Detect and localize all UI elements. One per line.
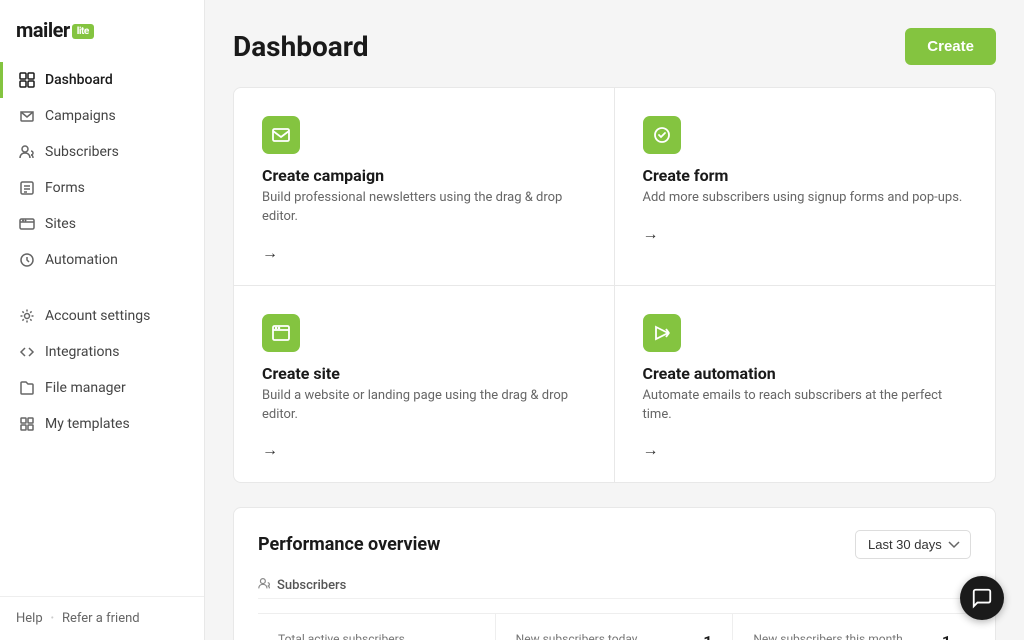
perf-header: Performance overview Last 30 days Last 7… (258, 530, 971, 559)
sidebar-item-forms[interactable]: Forms (0, 170, 204, 206)
sidebar-item-automation[interactable]: Automation (0, 242, 204, 278)
card-title: Create campaign (262, 166, 586, 185)
sidebar-item-integrations[interactable]: Integrations (0, 334, 204, 370)
sidebar-item-label: Subscribers (45, 144, 119, 160)
chat-button[interactable] (960, 576, 1004, 620)
card-desc: Build a website or landing page using th… (262, 387, 586, 425)
sidebar-item-label: Automation (45, 252, 118, 268)
create-button[interactable]: Create (905, 28, 996, 65)
card-desc: Add more subscribers using signup forms … (643, 189, 968, 208)
sidebar-item-label: Sites (45, 216, 76, 232)
card-create-automation[interactable]: Create automation Automate emails to rea… (615, 286, 996, 483)
sidebar-item-subscribers[interactable]: Subscribers (0, 134, 204, 170)
stat-new-month: New subscribers this month 1 New Last 30… (733, 614, 971, 640)
form-icon (643, 116, 681, 154)
card-title: Create site (262, 364, 586, 383)
sidebar-nav: Dashboard Campaigns Subscribers (0, 62, 204, 596)
sidebar-item-label: Integrations (45, 344, 119, 360)
stat-total-active: Total active subscribers 1 Want more sub… (258, 614, 496, 640)
file-manager-icon (19, 380, 35, 396)
card-title: Create form (643, 166, 968, 185)
sidebar-footer: Help • Refer a friend (0, 596, 204, 640)
automation-card-icon (643, 314, 681, 352)
sidebar-item-label: Campaigns (45, 108, 116, 124)
sidebar-item-my-templates[interactable]: My templates (0, 406, 204, 442)
stats-row: Total active subscribers 1 Want more sub… (258, 613, 971, 640)
sidebar-item-label: File manager (45, 380, 126, 396)
main-header: Dashboard Create (233, 28, 996, 65)
sidebar-item-dashboard[interactable]: Dashboard (0, 62, 204, 98)
settings-icon (19, 308, 35, 324)
sidebar-item-label: Dashboard (45, 72, 113, 88)
stat-inline-value: 1 (703, 632, 712, 640)
subscribers-section-icon (258, 577, 271, 594)
card-create-form[interactable]: Create form Add more subscribers using s… (615, 88, 996, 286)
site-icon (262, 314, 300, 352)
email-icon (262, 116, 300, 154)
logo: mailerlite (0, 0, 204, 62)
perf-title: Performance overview (258, 534, 440, 555)
main-content: Dashboard Create Create campaign Build p… (205, 0, 1024, 640)
sidebar-item-label: Account settings (45, 308, 150, 324)
card-desc: Build professional newsletters using the… (262, 189, 586, 227)
sidebar-item-file-manager[interactable]: File manager (0, 370, 204, 406)
dashboard-icon (19, 72, 35, 88)
arrow-icon: → (262, 440, 586, 460)
subscribers-icon (19, 144, 35, 160)
refer-link[interactable]: Refer a friend (62, 611, 140, 626)
logo-badge: lite (72, 24, 94, 39)
stat-label: New subscribers this month (753, 632, 902, 640)
sidebar: mailerlite Dashboard Campaigns (0, 0, 205, 640)
sidebar-item-label: My templates (45, 416, 130, 432)
arrow-icon: → (643, 440, 968, 460)
arrow-icon: → (262, 243, 586, 263)
sidebar-item-account-settings[interactable]: Account settings (0, 298, 204, 334)
card-desc: Automate emails to reach subscribers at … (643, 387, 968, 425)
logo-text: mailerlite (16, 18, 94, 42)
stat-label: New subscribers today (516, 632, 638, 640)
sites-icon (19, 216, 35, 232)
quick-actions-grid: Create campaign Build professional newsl… (233, 87, 996, 483)
stat-label: Total active subscribers (278, 632, 475, 640)
page-title: Dashboard (233, 30, 369, 63)
subscribers-section-label-row: Subscribers (258, 577, 971, 599)
card-create-site[interactable]: Create site Build a website or landing p… (234, 286, 615, 483)
sidebar-item-campaigns[interactable]: Campaigns (0, 98, 204, 134)
subscribers-section-label: Subscribers (277, 578, 346, 593)
automation-icon (19, 252, 35, 268)
integrations-icon (19, 344, 35, 360)
card-title: Create automation (643, 364, 968, 383)
sidebar-item-label: Forms (45, 180, 85, 196)
campaigns-icon (19, 108, 35, 124)
templates-icon (19, 416, 35, 432)
stat-new-today: New subscribers today 1 New Last 30 days… (496, 614, 734, 640)
stat-inline-value: 1 (942, 632, 951, 640)
forms-icon (19, 180, 35, 196)
help-link[interactable]: Help (16, 611, 43, 626)
card-create-campaign[interactable]: Create campaign Build professional newsl… (234, 88, 615, 286)
arrow-icon: → (643, 224, 968, 244)
sidebar-item-sites[interactable]: Sites (0, 206, 204, 242)
footer-separator: • (51, 613, 54, 624)
period-select[interactable]: Last 30 days Last 7 days Last 90 days Th… (855, 530, 971, 559)
performance-overview: Performance overview Last 30 days Last 7… (233, 507, 996, 640)
